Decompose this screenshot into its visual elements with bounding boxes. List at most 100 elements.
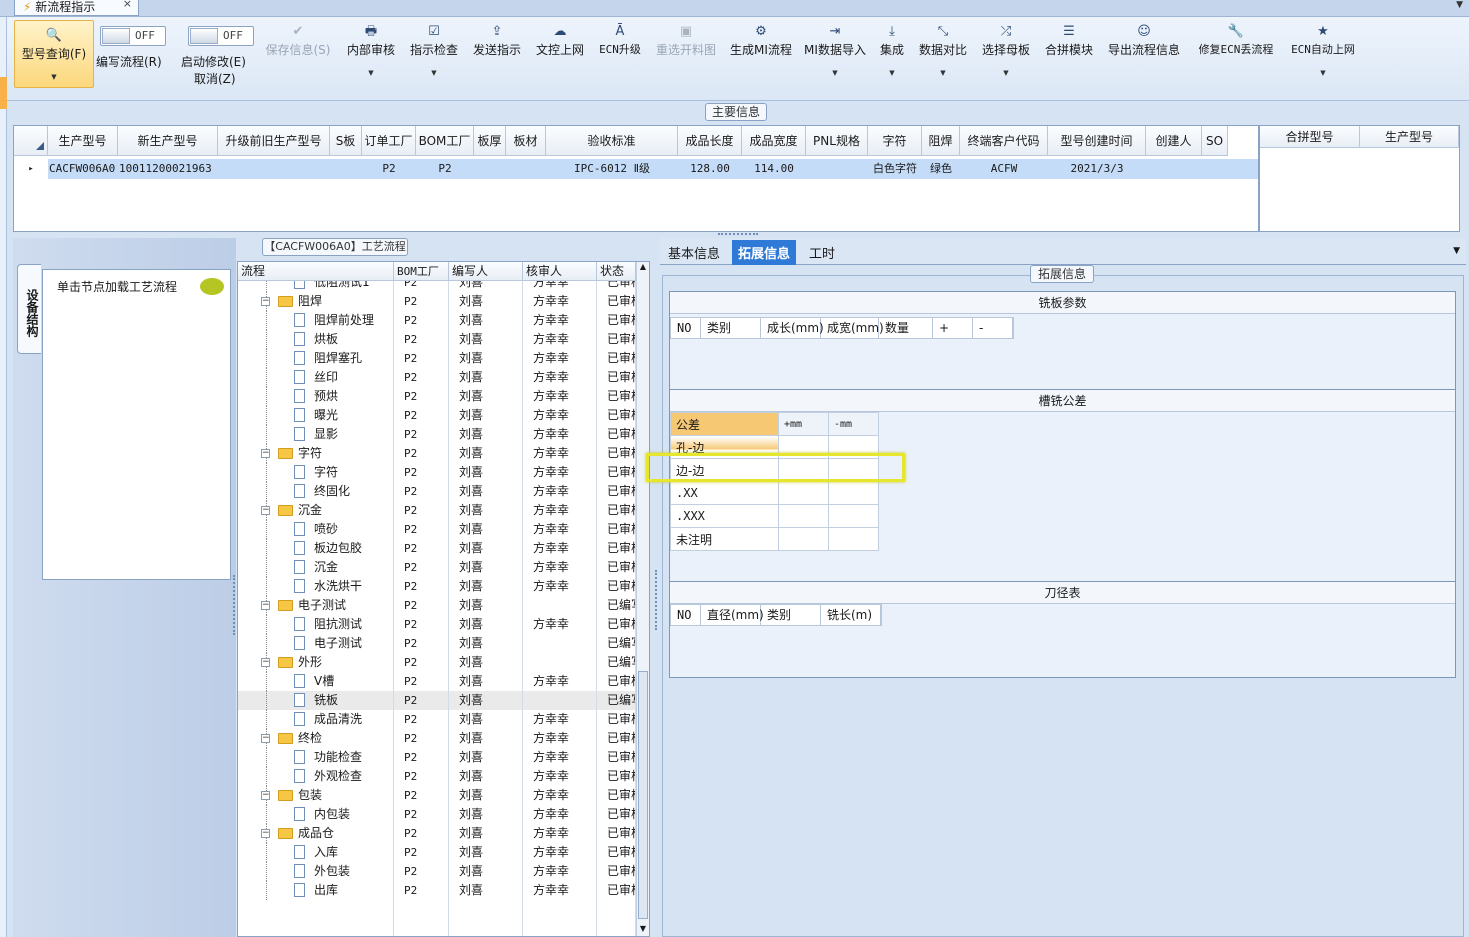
export-flow-info-button[interactable]: ☺ 导出流程信息 bbox=[1106, 17, 1182, 101]
process-row[interactable]: − 沉金 P2 刘喜 方幸幸 已审核 bbox=[238, 501, 636, 520]
process-row[interactable]: 电子测试 P2 刘喜 已编写 bbox=[238, 634, 636, 653]
main-info-cell[interactable] bbox=[806, 159, 868, 179]
process-column-header[interactable]: BOM工厂 bbox=[394, 262, 449, 281]
main-info-cell[interactable] bbox=[330, 159, 362, 179]
select-master-board-button[interactable]: ⤮ 选择母板 ▼ bbox=[980, 17, 1032, 101]
tool-table-column[interactable]: 铣长(m) bbox=[821, 605, 881, 625]
plus-cell[interactable] bbox=[778, 527, 829, 551]
equipment-tree[interactable]: 单击节点加载工艺流程 bbox=[42, 269, 231, 580]
process-row[interactable]: 阻抗测试 P2 刘喜 方幸幸 已审核 bbox=[238, 615, 636, 634]
window-dropdown-icon[interactable]: ▼ bbox=[1456, 0, 1463, 10]
scroll-thumb[interactable] bbox=[638, 671, 648, 919]
tab-work-hours[interactable]: 工时 bbox=[809, 243, 835, 262]
process-row[interactable]: 外包装 P2 刘喜 方幸幸 已审核 bbox=[238, 862, 636, 881]
mi-data-import-button[interactable]: ⇥ MI数据导入 ▼ bbox=[803, 17, 867, 101]
process-column-header[interactable]: 状态 bbox=[597, 262, 636, 281]
mill-param-column[interactable]: + bbox=[933, 318, 973, 338]
main-info-cell[interactable] bbox=[1202, 159, 1228, 179]
mill-param-column[interactable]: 成宽(mm) bbox=[821, 318, 884, 338]
repair-ecn-flow-button[interactable]: 🔧 修复ECN丢流程 bbox=[1193, 17, 1279, 101]
process-row[interactable]: − 字符 P2 刘喜 方幸幸 已审核 bbox=[238, 444, 636, 463]
main-info-cell[interactable]: CACFW006A0 bbox=[48, 159, 118, 179]
process-row[interactable]: 水洗烘干 P2 刘喜 方幸幸 已审核 bbox=[238, 577, 636, 596]
collapse-icon[interactable]: − bbox=[261, 734, 270, 743]
process-row[interactable]: 沉金 P2 刘喜 方幸幸 已审核 bbox=[238, 558, 636, 577]
minus-cell[interactable] bbox=[828, 504, 879, 528]
doc-control-upload-button[interactable]: ☁ 文控上网 bbox=[534, 17, 586, 101]
collapse-icon[interactable]: − bbox=[261, 506, 270, 515]
scroll-down-icon[interactable]: ▼ bbox=[637, 924, 649, 936]
column-header[interactable]: 成品长度 bbox=[678, 126, 742, 156]
main-info-cell[interactable]: 绿色 bbox=[922, 159, 960, 179]
tool-table-column[interactable]: 类别 bbox=[761, 605, 821, 625]
column-header[interactable]: 阻焊 bbox=[922, 126, 960, 156]
column-header[interactable]: 型号创建时间 bbox=[1048, 126, 1146, 156]
column-header[interactable]: 终端客户代码 bbox=[960, 126, 1048, 156]
column-header[interactable]: 板厚 bbox=[474, 126, 506, 156]
process-row[interactable]: 铣板 P2 刘喜 已编写 bbox=[238, 691, 636, 710]
tab-extended-info[interactable]: 拓展信息 bbox=[732, 240, 797, 265]
main-info-cell[interactable]: ACFW bbox=[960, 159, 1048, 179]
process-row[interactable]: 入库 P2 刘喜 方幸幸 已审核 bbox=[238, 843, 636, 862]
main-info-cell[interactable] bbox=[1146, 159, 1202, 179]
model-query-button[interactable]: 🔍 型号查询(F) ▼ bbox=[14, 20, 94, 88]
column-header[interactable]: 升级前旧生产型号 bbox=[218, 126, 330, 156]
process-row[interactable]: 字符 P2 刘喜 方幸幸 已审核 bbox=[238, 463, 636, 482]
process-row[interactable]: 板边包胶 P2 刘喜 方幸幸 已审核 bbox=[238, 539, 636, 558]
process-tree-body[interactable]: 低阻测试1P2刘喜方幸幸已审核−阻焊P2刘喜方幸幸已审核阻焊前处理P2刘喜方幸幸… bbox=[238, 281, 636, 936]
tool-table-column[interactable]: NO bbox=[671, 605, 701, 625]
tabs-dropdown-icon[interactable]: ▼ bbox=[1453, 246, 1460, 256]
equipment-structure-tab[interactable]: 设备结构 bbox=[17, 264, 41, 354]
process-row[interactable]: 阻焊前处理 P2 刘喜 方幸幸 已审核 bbox=[238, 311, 636, 330]
tolerance-row[interactable]: .XX bbox=[670, 481, 879, 505]
main-info-cell[interactable]: P2 bbox=[362, 159, 416, 179]
main-info-cell[interactable]: P2 bbox=[416, 159, 474, 179]
generate-mi-flow-button[interactable]: ⚙ 生成MI流程 bbox=[728, 17, 794, 101]
process-row[interactable]: 终固化 P2 刘喜 方幸幸 已审核 bbox=[238, 482, 636, 501]
process-row[interactable]: − 包装 P2 刘喜 方幸幸 已审核 bbox=[238, 786, 636, 805]
main-info-cell[interactable]: IPC-6012 Ⅱ级 bbox=[546, 159, 678, 179]
mill-param-column[interactable]: - bbox=[973, 318, 1013, 338]
collapse-icon[interactable]: − bbox=[261, 601, 270, 610]
data-compare-button[interactable]: ⤡ 数据对比 ▼ bbox=[917, 17, 969, 101]
send-instruction-button[interactable]: ⇪ 发送指示 bbox=[471, 17, 523, 101]
main-info-cell[interactable]: 2021/3/3 bbox=[1048, 159, 1146, 179]
column-header[interactable]: BOM工厂 bbox=[416, 126, 474, 156]
column-header[interactable]: 验收标准 bbox=[546, 126, 678, 156]
process-row[interactable]: 丝印 P2 刘喜 方幸幸 已审核 bbox=[238, 368, 636, 387]
column-header[interactable]: S板 bbox=[330, 126, 362, 156]
plus-cell[interactable] bbox=[778, 481, 829, 505]
column-header[interactable]: 板材 bbox=[506, 126, 546, 156]
main-info-cell[interactable] bbox=[474, 159, 506, 179]
process-row[interactable]: − 外形 P2 刘喜 已编写 bbox=[238, 653, 636, 672]
collapse-icon[interactable]: − bbox=[261, 791, 270, 800]
tool-table-column[interactable]: 直径(mm) bbox=[701, 605, 764, 625]
cancel-button[interactable]: 取消(Z) bbox=[194, 70, 236, 87]
tab-close-icon[interactable]: × bbox=[123, 0, 132, 10]
process-row[interactable]: 烘板 P2 刘喜 方幸幸 已审核 bbox=[238, 330, 636, 349]
main-info-cell[interactable]: 白色字符 bbox=[868, 159, 922, 179]
tolerance-row[interactable]: 未注明 bbox=[670, 527, 879, 551]
main-info-cell[interactable] bbox=[506, 159, 546, 179]
splitter-handle[interactable] bbox=[718, 233, 758, 236]
collapse-icon[interactable]: − bbox=[261, 297, 270, 306]
process-row[interactable]: V槽 P2 刘喜 方幸幸 已审核 bbox=[238, 672, 636, 691]
integrate-button[interactable]: ⤓ 集成 ▼ bbox=[876, 17, 908, 101]
main-info-cell[interactable] bbox=[218, 159, 330, 179]
process-row[interactable]: − 成品仓 P2 刘喜 方幸幸 已审核 bbox=[238, 824, 636, 843]
minus-cell[interactable] bbox=[828, 527, 879, 551]
process-row[interactable]: − 阻焊 P2 刘喜 方幸幸 已审核 bbox=[238, 292, 636, 311]
main-info-row[interactable]: ▸ CACFW006A0 10011200021963 P2 P2 IPC-6012 Ⅱ级… bbox=[14, 159, 1258, 179]
process-row[interactable]: 预烘 P2 刘喜 方幸幸 已审核 bbox=[238, 387, 636, 406]
process-row[interactable]: 喷砂 P2 刘喜 方幸幸 已审核 bbox=[238, 520, 636, 539]
main-info-cell[interactable]: 128.00 bbox=[678, 159, 742, 179]
tab-basic-info[interactable]: 基本信息 bbox=[668, 243, 720, 262]
edit-flow-toggle[interactable]: OFF bbox=[100, 26, 166, 46]
process-row[interactable]: 出库 P2 刘喜 方幸幸 已审核 bbox=[238, 881, 636, 900]
scroll-up-icon[interactable]: ▲ bbox=[637, 262, 649, 276]
mill-param-column[interactable]: 类别 bbox=[701, 318, 761, 338]
internal-review-button[interactable]: 🖶 内部审核 ▼ bbox=[345, 17, 397, 101]
ecn-auto-upload-button[interactable]: ★ ECN自动上网 ▼ bbox=[1288, 17, 1358, 101]
process-column-header[interactable]: 流程 bbox=[238, 262, 394, 281]
process-column-header[interactable]: 核审人 bbox=[523, 262, 597, 281]
